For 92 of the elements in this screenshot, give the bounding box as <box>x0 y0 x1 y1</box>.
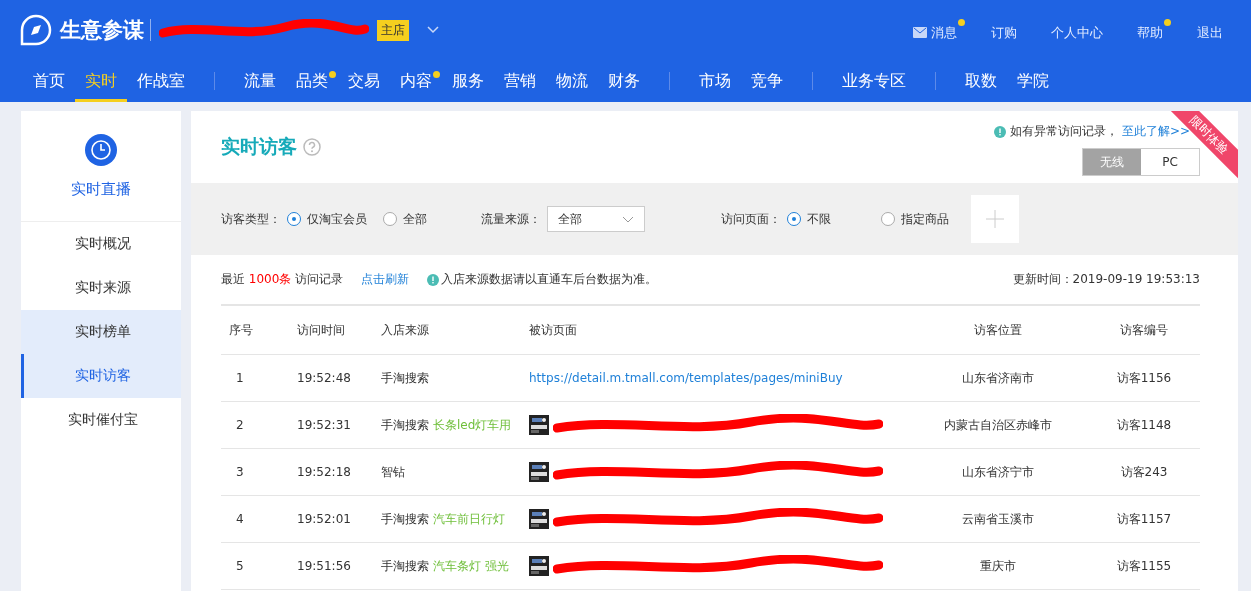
table-cell: 2 <box>221 401 296 449</box>
nav-tab[interactable]: 实时 <box>75 63 127 102</box>
source-text: 手淘搜索 <box>381 558 429 573</box>
table-cell: 山东省济南市 <box>908 354 1088 402</box>
table-cell: 山东省济宁市 <box>908 448 1088 496</box>
radio-label: 不限 <box>807 210 831 228</box>
caret-icon[interactable] <box>427 26 439 34</box>
header-link[interactable]: 帮助 <box>1137 18 1171 42</box>
table-cell: 19:52:01 <box>296 495 380 543</box>
header-link[interactable]: 退出 <box>1197 18 1231 42</box>
header-link[interactable]: 消息 <box>913 18 965 42</box>
column-header: 序号 <box>221 305 296 355</box>
sidebar-item[interactable]: 实时榜单 <box>21 310 181 354</box>
table-cell: 内蒙古自治区赤峰市 <box>908 401 1088 449</box>
table-cell: 访客243 <box>1088 448 1200 496</box>
search-keyword: 汽车条灯 强光 <box>433 558 509 573</box>
source-dropdown[interactable]: 全部 <box>547 206 645 232</box>
column-header: 访客位置 <box>908 305 1088 355</box>
search-keyword: 长条led灯车用 <box>433 417 512 432</box>
nav-tab[interactable]: 内容 <box>390 63 442 102</box>
radio-label: 全部 <box>403 210 427 228</box>
nav-tab[interactable]: 市场 <box>689 63 741 102</box>
nav-tab[interactable]: 取数 <box>955 63 1007 102</box>
table-cell: 4 <box>221 495 296 543</box>
table-cell: 19:52:48 <box>296 354 380 402</box>
sidebar-item[interactable]: 实时概况 <box>21 222 181 266</box>
sidebar-title: 实时直播 <box>71 179 131 199</box>
filter-label: 访问页面： <box>721 210 781 228</box>
notice-text: 如有异常访问记录， <box>1009 123 1118 140</box>
info-icon <box>993 125 1006 138</box>
nav-tab[interactable]: 作战室 <box>127 63 195 102</box>
app-title: 生意参谋 <box>60 19 151 41</box>
column-header: 入店来源 <box>380 305 528 355</box>
table-cell: 19:52:31 <box>296 401 380 449</box>
clock-icon <box>85 133 117 166</box>
radio-button[interactable] <box>287 212 301 226</box>
nav-tab[interactable]: 业务专区 <box>832 63 916 102</box>
nav-tab[interactable]: 首页 <box>23 63 75 102</box>
sidebar-item[interactable]: 实时来源 <box>21 266 181 310</box>
nav-tab[interactable]: 品类 <box>286 63 338 102</box>
radio-label: 仅淘宝会员 <box>307 210 367 228</box>
nav-tab[interactable]: 竞争 <box>741 63 793 102</box>
sidebar-item[interactable]: 实时催付宝 <box>21 398 181 442</box>
source-text: 手淘搜索 <box>381 511 429 526</box>
record-summary: 最近 1000条 访问记录 <box>221 271 344 288</box>
table-cell: 19:52:18 <box>296 448 380 496</box>
column-header: 访问时间 <box>296 305 380 355</box>
page-link[interactable]: https://detail.m.tmall.com/templates/pages/miniBuy <box>529 371 843 385</box>
table-cell: 访客1156 <box>1088 354 1200 402</box>
sidebar-item[interactable]: 实时访客 <box>21 354 181 398</box>
table-cell: 1 <box>221 354 296 402</box>
nav-tab[interactable]: 学院 <box>1007 63 1059 102</box>
table-cell: 访客1155 <box>1088 542 1200 590</box>
radio-label: 指定商品 <box>901 210 949 228</box>
info-text: 入店来源数据请以直通车后台数据为准。 <box>441 271 658 288</box>
refresh-link[interactable]: 点击刷新 <box>361 271 410 288</box>
nav-tab[interactable]: 服务 <box>442 63 494 102</box>
chevron-down-icon <box>622 215 634 223</box>
filter-label: 访客类型： <box>221 210 281 228</box>
radio-button[interactable] <box>787 212 801 226</box>
source-text: 手淘搜索 <box>381 417 429 432</box>
header-link[interactable]: 个人中心 <box>1051 18 1111 42</box>
page-title: 实时访客 <box>221 134 297 159</box>
source-text: 智钻 <box>381 464 405 479</box>
mail-icon <box>913 27 927 38</box>
nav-tab[interactable]: 财务 <box>598 63 650 102</box>
nav-tab[interactable]: 营销 <box>494 63 546 102</box>
update-time: 更新时间：2019-09-19 19:53:13 <box>1012 271 1200 288</box>
radio-button[interactable] <box>881 212 895 226</box>
table-cell: 3 <box>221 448 296 496</box>
add-product-button[interactable] <box>971 195 1019 243</box>
plus-icon <box>985 209 1005 229</box>
column-header: 被访页面 <box>528 305 908 355</box>
search-keyword: 汽车前日行灯 <box>433 511 505 526</box>
header-link[interactable]: 订购 <box>991 18 1025 42</box>
table-cell: 19:51:56 <box>296 542 380 590</box>
nav-tab[interactable]: 流量 <box>234 63 286 102</box>
radio-button[interactable] <box>383 212 397 226</box>
source-text: 手淘搜索 <box>381 370 429 385</box>
table-cell: 重庆市 <box>908 542 1088 590</box>
column-header: 访客编号 <box>1088 305 1200 355</box>
nav-tab[interactable]: 交易 <box>338 63 390 102</box>
help-icon[interactable] <box>303 138 321 156</box>
filter-label: 流量来源： <box>481 210 541 228</box>
table-cell: 5 <box>221 542 296 590</box>
shop-badge: 主店 <box>377 19 409 41</box>
table-cell: 云南省玉溪市 <box>908 495 1088 543</box>
table-cell: 访客1148 <box>1088 401 1200 449</box>
table-cell: 访客1157 <box>1088 495 1200 543</box>
compass-logo-icon <box>20 14 52 46</box>
nav-tab[interactable]: 物流 <box>546 63 598 102</box>
info-icon <box>427 273 440 286</box>
